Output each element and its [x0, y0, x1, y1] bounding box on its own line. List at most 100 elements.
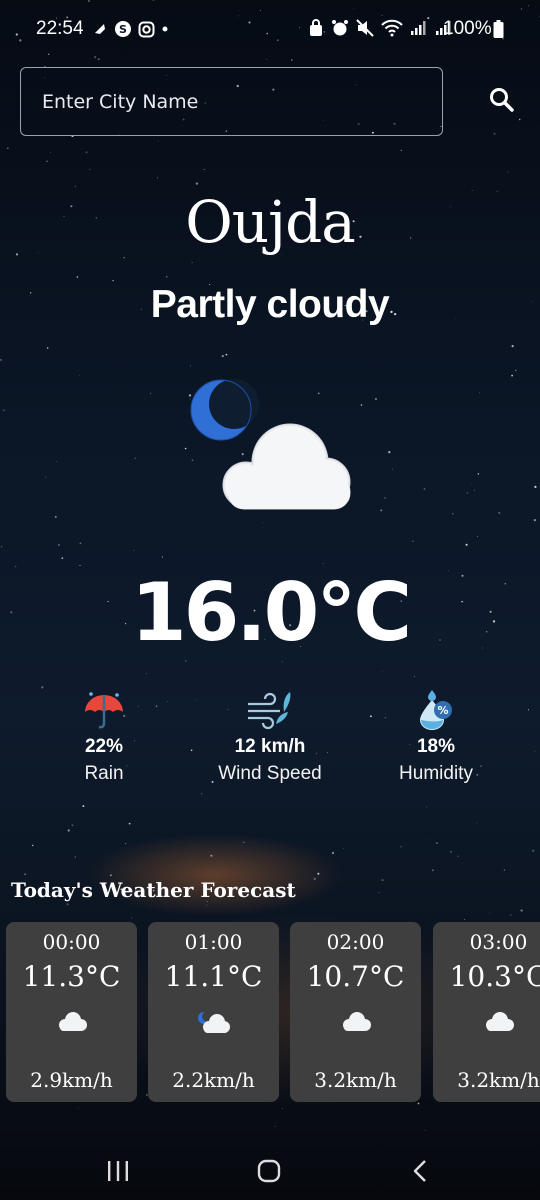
star	[465, 543, 468, 546]
navigation-bar	[0, 1140, 540, 1200]
star	[400, 149, 402, 151]
alarm-lock-icon	[310, 19, 322, 36]
star	[388, 451, 391, 454]
star	[274, 1125, 276, 1127]
recent-apps-icon[interactable]	[106, 1160, 130, 1182]
star	[0, 359, 2, 361]
star	[457, 855, 459, 858]
city-name: Oujda	[185, 188, 356, 256]
moon-cloud-icon	[190, 379, 351, 510]
star	[31, 844, 34, 847]
forecast-time: 03:00	[469, 930, 528, 954]
star	[161, 556, 163, 558]
mute-icon	[356, 19, 374, 37]
star	[150, 392, 152, 394]
home-icon[interactable]	[257, 1159, 281, 1183]
weather-condition: Partly cloudy	[150, 283, 390, 326]
star	[189, 365, 191, 367]
city-search-input[interactable]	[40, 68, 424, 136]
forecast-time: 01:00	[184, 930, 243, 954]
cloud-icon	[58, 1012, 87, 1031]
star	[412, 540, 414, 543]
star	[435, 841, 439, 845]
forecast-card[interactable]: 01:00 11.1°C 2.2km/h	[148, 922, 279, 1102]
star	[41, 686, 44, 689]
star	[61, 557, 64, 560]
star	[431, 869, 434, 872]
forecast-card[interactable]: 02:00 10.7°C 3.2km/h	[290, 922, 421, 1102]
star	[423, 487, 426, 490]
forecast-time: 02:00	[326, 930, 385, 954]
forecast-card[interactable]: 00:00 11.3°C 2.9km/h	[6, 922, 137, 1102]
star	[58, 544, 60, 546]
star	[89, 168, 91, 170]
star	[24, 873, 26, 875]
star	[400, 846, 402, 848]
star	[534, 750, 536, 752]
star	[195, 182, 199, 185]
star	[470, 483, 472, 485]
star	[56, 461, 58, 463]
city-search-field[interactable]	[20, 67, 443, 136]
instagram-icon	[138, 21, 155, 37]
star	[74, 185, 76, 187]
star	[466, 492, 469, 494]
star	[203, 168, 205, 171]
search-icon[interactable]	[487, 85, 517, 115]
cloud-icon	[485, 1012, 514, 1031]
star	[82, 805, 85, 808]
current-temperature: 16.0°C	[130, 566, 412, 659]
forecast-title: Today's Weather Forecast	[11, 878, 296, 902]
star	[360, 404, 363, 406]
star	[518, 118, 521, 121]
svg-text:S: S	[119, 23, 127, 36]
notification-icon	[95, 24, 105, 34]
star	[507, 171, 509, 173]
rain-label: Rain	[84, 763, 124, 784]
battery-icon	[493, 20, 504, 38]
forecast-card[interactable]: 03:00 10.3°C 3.2km/h	[433, 922, 540, 1102]
star	[125, 842, 127, 845]
back-icon[interactable]	[410, 1159, 430, 1183]
star	[381, 879, 384, 882]
star	[206, 904, 208, 906]
star	[166, 275, 168, 278]
star	[185, 660, 187, 662]
star	[85, 151, 88, 154]
star	[7, 147, 9, 149]
star	[503, 869, 506, 871]
star	[424, 1129, 426, 1131]
star	[146, 673, 147, 674]
forecast-temp: 11.3°C	[22, 960, 121, 993]
wind-speed-label: Wind Speed	[218, 763, 322, 784]
wind-icon	[248, 692, 291, 730]
star	[474, 489, 475, 491]
forecast-wind: 3.2km/h	[314, 1068, 397, 1092]
humidity-value: 18%	[416, 736, 456, 757]
dot-icon	[162, 26, 168, 32]
star	[332, 852, 334, 854]
alarm-icon	[332, 20, 348, 36]
moon-cloud-icon	[197, 1011, 230, 1033]
star	[243, 841, 245, 843]
star	[510, 914, 512, 916]
wifi-icon	[381, 19, 403, 37]
star	[134, 457, 137, 460]
star	[322, 563, 324, 565]
svg-text:%: %	[437, 704, 448, 717]
star	[46, 160, 48, 162]
forecast-time: 00:00	[42, 930, 101, 954]
star	[476, 822, 477, 824]
star	[380, 509, 383, 512]
star	[515, 369, 517, 372]
signal-icon	[411, 21, 426, 35]
star	[78, 1108, 80, 1109]
star	[498, 511, 501, 514]
star	[133, 550, 135, 551]
star	[184, 447, 187, 450]
star	[157, 177, 159, 179]
star	[54, 515, 57, 518]
star	[533, 519, 536, 522]
star	[343, 848, 345, 849]
star	[157, 140, 159, 142]
